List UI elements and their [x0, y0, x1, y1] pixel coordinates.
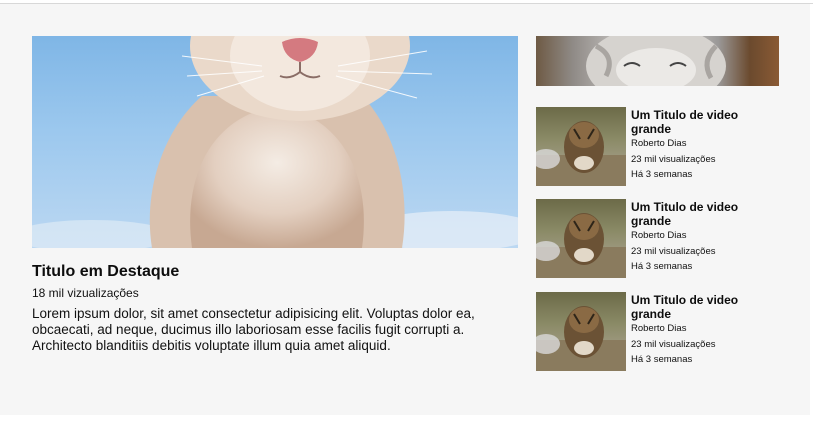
video-info: Um Titulo de video grande Roberto Dias 2…	[631, 199, 781, 275]
video-title[interactable]: Um Titulo de video grande	[631, 293, 781, 321]
video-title[interactable]: Um Titulo de video grande	[631, 200, 781, 228]
video-item[interactable]: Um Titulo de video grande Roberto Dias 2…	[536, 199, 786, 279]
video-item[interactable]: Um Titulo de video grande Roberto Dias 2…	[536, 292, 786, 372]
featured-views: 18 mil vizualizações	[32, 286, 139, 300]
video-views: 23 mil visualizações	[631, 245, 716, 257]
kitten-thumbnail-image	[536, 121, 626, 186]
video-thumbnail[interactable]	[536, 107, 626, 186]
kitten-thumbnail-image	[536, 306, 626, 371]
video-thumbnail[interactable]	[536, 292, 626, 371]
video-age: Há 3 semanas	[631, 261, 693, 272]
video-author: Roberto Dias	[631, 230, 687, 241]
video-views: 23 mil visualizações	[631, 338, 716, 350]
featured-title[interactable]: Titulo em Destaque	[32, 262, 518, 282]
kitten-image	[32, 36, 518, 248]
video-author: Roberto Dias	[631, 323, 687, 334]
video-age: Há 3 semanas	[631, 354, 693, 365]
video-views: 23 mil visualizações	[631, 153, 716, 165]
featured-description: Lorem ipsum dolor, sit amet consectetur …	[32, 306, 475, 353]
side-banner-thumbnail[interactable]	[536, 36, 779, 86]
video-title[interactable]: Um Titulo de video grande	[631, 108, 781, 136]
featured-thumbnail[interactable]	[32, 36, 518, 248]
video-thumbnail[interactable]	[536, 199, 626, 278]
video-item[interactable]: Um Titulo de video grande Roberto Dias 2…	[536, 107, 786, 187]
sleeping-cat-image	[586, 36, 726, 86]
page-content: Titulo em Destaque 18 mil vizualizações …	[0, 4, 810, 415]
featured-video[interactable]: Titulo em Destaque 18 mil vizualizações …	[32, 36, 518, 354]
video-age: Há 3 semanas	[631, 169, 693, 180]
video-info: Um Titulo de video grande Roberto Dias 2…	[631, 107, 781, 183]
kitten-thumbnail-image	[536, 213, 626, 278]
video-info: Um Titulo de video grande Roberto Dias 2…	[631, 292, 781, 368]
video-author: Roberto Dias	[631, 138, 687, 149]
